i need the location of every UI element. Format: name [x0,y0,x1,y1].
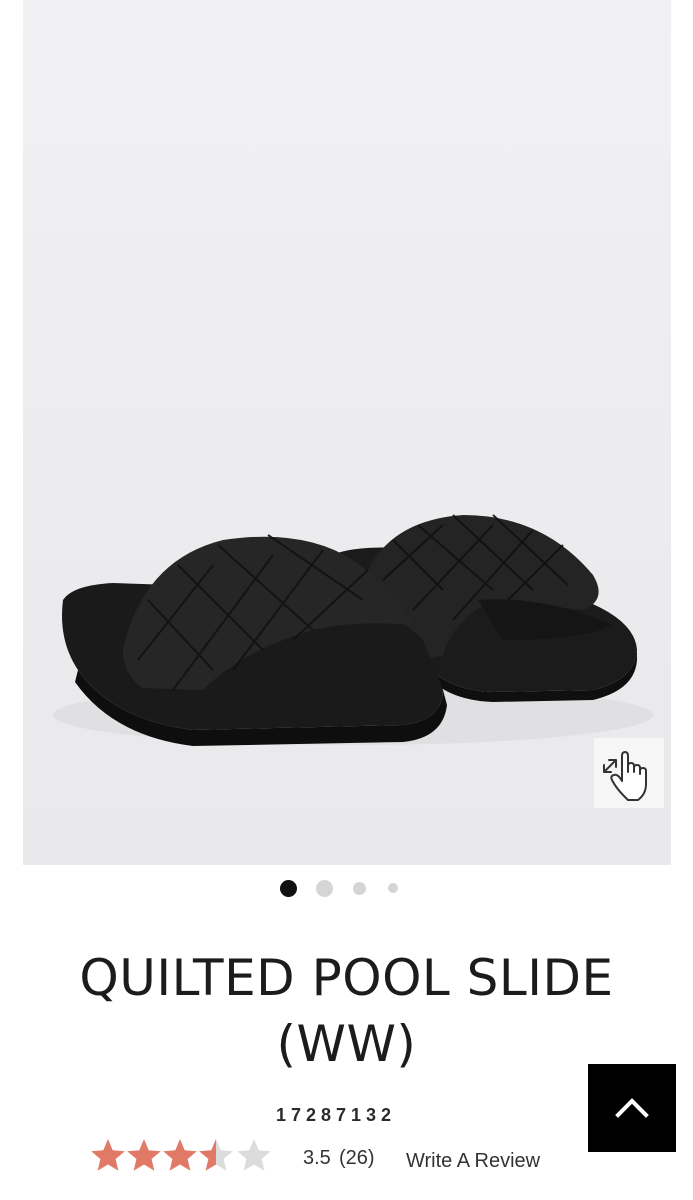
product-sku: 17287132 [275,1105,397,1125]
gallery-dot[interactable] [316,879,333,897]
star-icon [91,1139,125,1171]
back-to-top-button[interactable] [588,1064,676,1152]
rating-stars[interactable] [90,1136,280,1176]
star-icon [163,1139,197,1171]
rating-value: 3.5 [303,1147,331,1169]
chevron-up-icon [615,1098,649,1118]
gallery-pagination [0,879,693,897]
gallery-dot-active[interactable] [280,879,297,897]
write-review-link[interactable]: Write A Review [406,1150,540,1173]
gallery-dot[interactable] [388,883,398,893]
slide-sandals-image [53,514,653,746]
product-title: QUILTED POOL SLIDE (WW) [40,945,653,1077]
zoom-hand-icon[interactable] [594,738,664,808]
rating-count[interactable]: (26) [339,1147,375,1170]
star-icon [127,1139,161,1171]
star-icon [199,1139,233,1171]
product-title-line2: (WW) [276,1015,417,1073]
product-title-line1: QUILTED POOL SLIDE [79,949,614,1007]
product-image[interactable] [23,0,671,865]
gallery-dot[interactable] [353,881,366,895]
star-icon [237,1139,271,1171]
